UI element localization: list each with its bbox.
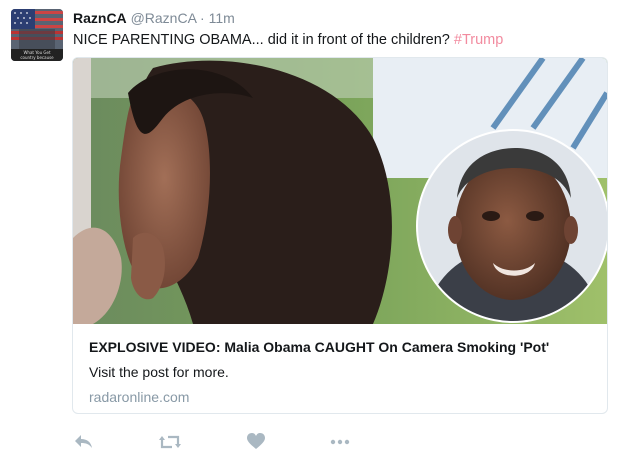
card-description: Visit the post for more. [89, 364, 229, 380]
retweet-icon[interactable] [158, 432, 182, 457]
more-icon[interactable] [329, 432, 351, 457]
tweet-body: NICE PARENTING OBAMA... did it in front … [73, 32, 450, 48]
card-domain[interactable]: radaronline.com [89, 387, 595, 407]
tweet-text: NICE PARENTING OBAMA... did it in front … [73, 30, 503, 50]
like-icon[interactable] [246, 432, 266, 457]
reply-icon[interactable] [73, 432, 95, 457]
avatar-image: What You Get country because [11, 9, 63, 61]
card-title[interactable]: EXPLOSIVE VIDEO: Malia Obama CAUGHT On C… [89, 337, 595, 357]
user-handle[interactable]: @RaznCA [131, 10, 197, 26]
tweet-timestamp[interactable]: 11m [209, 10, 235, 26]
tweet-header: RaznCA @RaznCA · 11m [73, 9, 235, 27]
avatar[interactable]: What You Get country because [11, 9, 63, 61]
display-name[interactable]: RaznCA [73, 10, 127, 26]
card-text: EXPLOSIVE VIDEO: Malia Obama CAUGHT On C… [89, 337, 595, 407]
hashtag-link[interactable]: #Trump [454, 32, 503, 48]
card-image [73, 58, 607, 324]
separator-dot: · [200, 10, 205, 26]
avatar-caption-line2: country because [20, 55, 54, 60]
link-card[interactable]: EXPLOSIVE VIDEO: Malia Obama CAUGHT On C… [72, 57, 608, 414]
